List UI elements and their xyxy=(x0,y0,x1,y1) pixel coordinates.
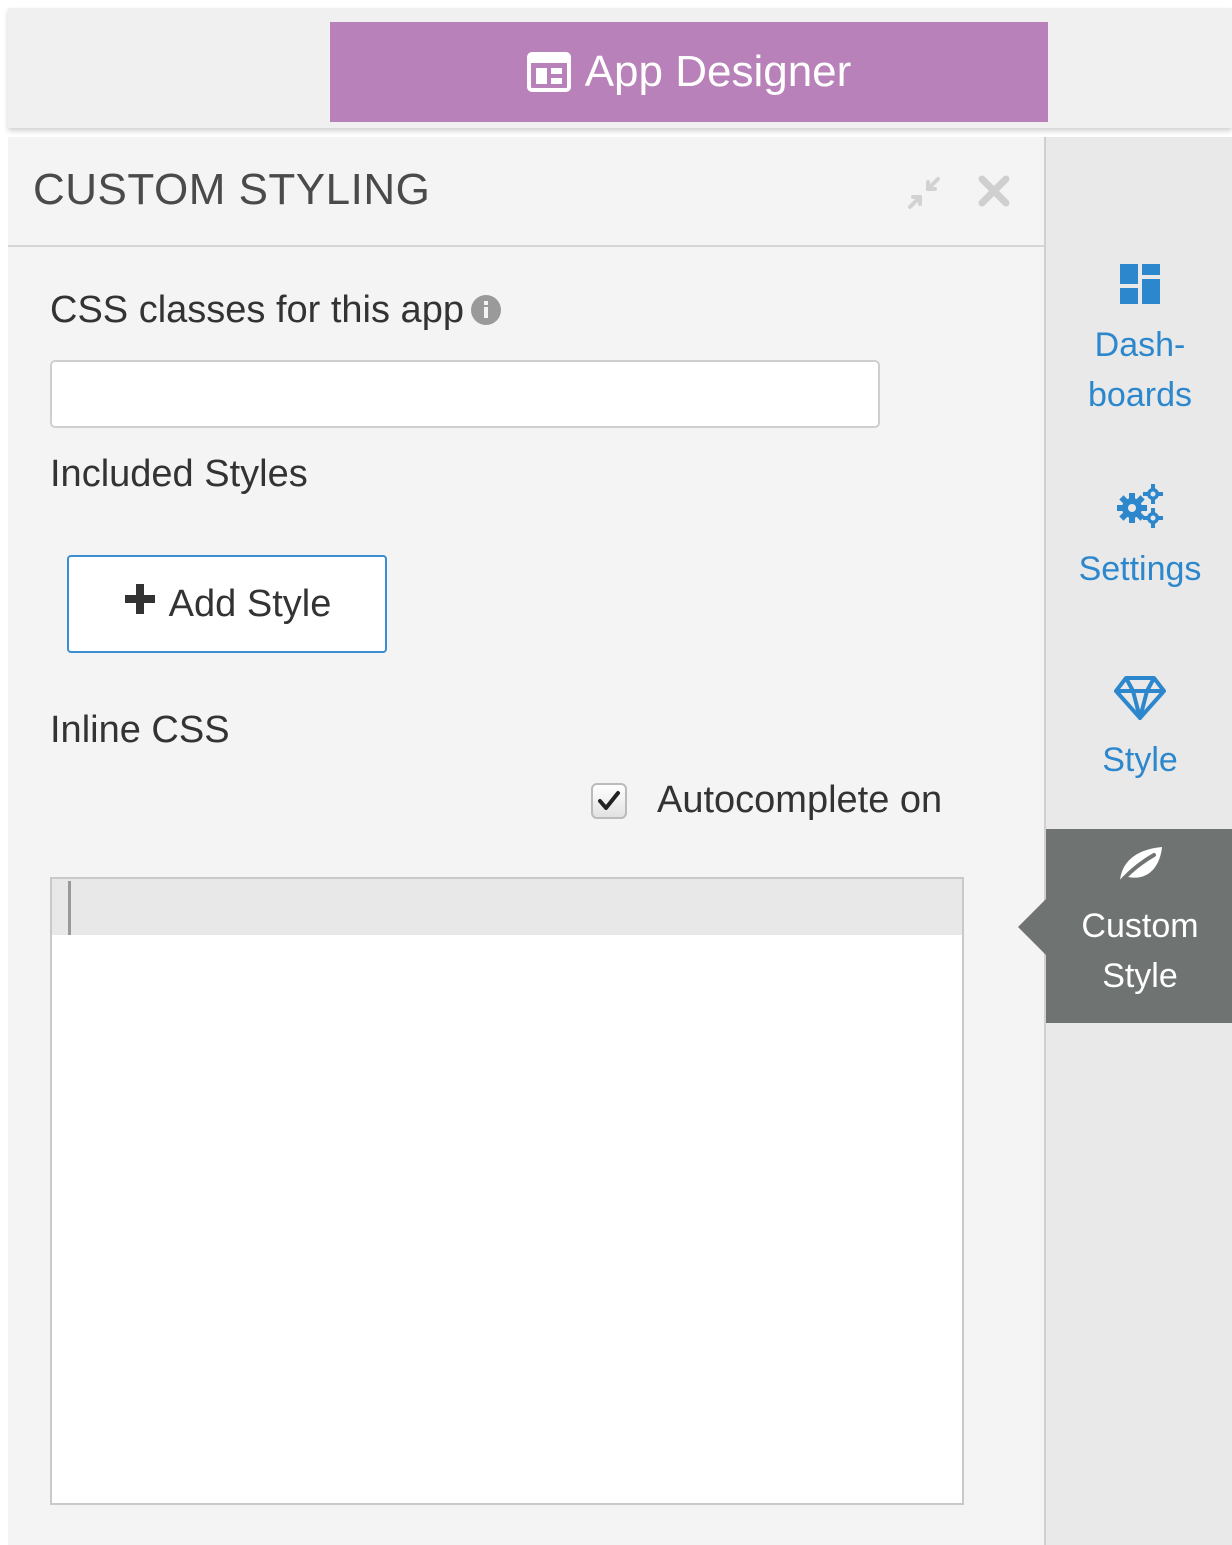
add-style-button[interactable]: Add Style xyxy=(67,555,387,653)
nav-item-dashboards[interactable]: Dash- boards xyxy=(1046,262,1232,420)
css-classes-input[interactable] xyxy=(50,360,880,428)
autocomplete-checkbox[interactable] xyxy=(591,782,627,819)
add-style-label: Add Style xyxy=(168,582,332,625)
included-styles-label: Included Styles xyxy=(50,453,308,495)
layout-icon xyxy=(526,52,571,92)
gears-icon xyxy=(1115,482,1165,544)
nav-label-settings: Settings xyxy=(1078,550,1202,588)
app-designer-tab[interactable]: App Designer xyxy=(330,22,1048,122)
minimize-icon[interactable] xyxy=(904,173,944,218)
side-nav: Dash- boards Settings Style Custom Style xyxy=(1018,137,1232,1545)
dashboards-icon xyxy=(1118,262,1162,320)
nav-item-style[interactable]: Style xyxy=(1046,675,1232,785)
active-line-highlight xyxy=(52,879,962,935)
checkmark-icon xyxy=(598,790,620,810)
autocomplete-toggle[interactable]: Autocomplete on xyxy=(591,779,942,822)
close-icon[interactable] xyxy=(976,173,1012,214)
nav-item-custom-style[interactable]: Custom Style xyxy=(1018,829,1232,1023)
inline-css-editor[interactable] xyxy=(50,877,964,1505)
nav-label-dashboards: Dash- boards xyxy=(1088,326,1192,414)
panel-title: CUSTOM STYLING xyxy=(33,165,431,214)
text-cursor xyxy=(68,881,71,935)
plus-icon xyxy=(123,582,157,626)
custom-styling-panel: CUSTOM STYLING CSS classes for this app … xyxy=(8,137,1044,1545)
info-icon[interactable] xyxy=(470,293,502,336)
css-classes-label: CSS classes for this app xyxy=(50,289,502,336)
diamond-icon xyxy=(1113,675,1167,735)
panel-header: CUSTOM STYLING xyxy=(8,137,1044,247)
leaf-icon xyxy=(1114,843,1166,901)
nav-item-settings[interactable]: Settings xyxy=(1046,482,1232,594)
css-classes-label-text: CSS classes for this app xyxy=(50,289,464,331)
app-designer-label: App Designer xyxy=(584,47,852,96)
autocomplete-label: Autocomplete on xyxy=(657,779,943,821)
nav-label-style: Style xyxy=(1102,741,1178,779)
nav-label-custom-style: Custom Style xyxy=(1081,907,1199,995)
inline-css-label: Inline CSS xyxy=(50,709,230,751)
